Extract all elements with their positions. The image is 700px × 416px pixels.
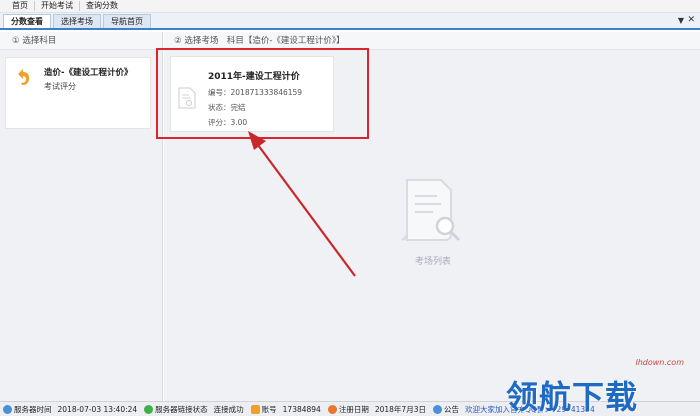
tab-list-dropdown-icon[interactable]: ▼ [678,16,684,25]
tab-score-view[interactable]: 分数查看 [3,14,51,28]
watermark-url: lhdown.com [635,358,684,367]
subject-name: 造价-《建设工程计价》 [44,68,133,78]
notice-label: 公告 [443,404,459,414]
alert-icon [327,404,337,414]
user-icon [250,404,260,414]
connection-label: 服务器链接状态 [155,404,208,414]
document-search-icon [401,179,461,242]
connection-value: 连接成功 [213,404,244,414]
cloud-icon [144,404,154,414]
account-label: 账号 [261,404,277,414]
register-item: 注册日期 2018年7月3日 [327,404,426,415]
menu-item-home[interactable]: 首页 [6,1,35,11]
register-value: 2018年7月3日 [374,404,426,414]
server-time-item: 服务器时间 2018-07-03 13:40:24 [3,404,137,415]
tab-bar: 分数查看 选择考场 导航首页 ▼ ✕ [0,13,700,30]
clock-icon [3,404,12,414]
account-item: 账号 17384894 [250,404,321,415]
empty-state-label: 考场列表 [414,257,451,267]
empty-state: 考场列表 [398,178,468,268]
server-time-value: 2018-07-03 13:40:24 [57,404,138,414]
info-icon [432,404,442,414]
tab-nav-home[interactable]: 导航首页 [103,14,151,28]
subject-card[interactable]: 造价-《建设工程计价》 考试评分 [5,57,151,129]
subject-panel-header: ① 选择科目 [0,32,162,50]
close-icon[interactable]: ✕ [687,15,695,25]
watermark-text: 领航下载 [506,378,639,416]
menubar: 首页 开始考试 查询分数 [0,0,700,13]
server-time-label: 服务器时间 [14,404,52,414]
connection-item: 服务器链接状态 连接成功 [144,404,244,415]
tab-select-room[interactable]: 选择考场 [53,14,101,28]
back-arrow-icon [18,69,30,85]
subject-panel: ① 选择科目 造价-《建设工程计价》 考试评分 [0,32,163,401]
account-value: 17384894 [282,404,321,414]
menu-item-query-score[interactable]: 查询分数 [80,1,124,11]
menu-item-start-exam[interactable]: 开始考试 [35,1,80,11]
watermark: lhdown.com 领航下载 [506,358,686,416]
register-label: 注册日期 [338,404,369,414]
subject-subtitle: 考试评分 [44,82,76,91]
highlight-box [156,48,369,139]
